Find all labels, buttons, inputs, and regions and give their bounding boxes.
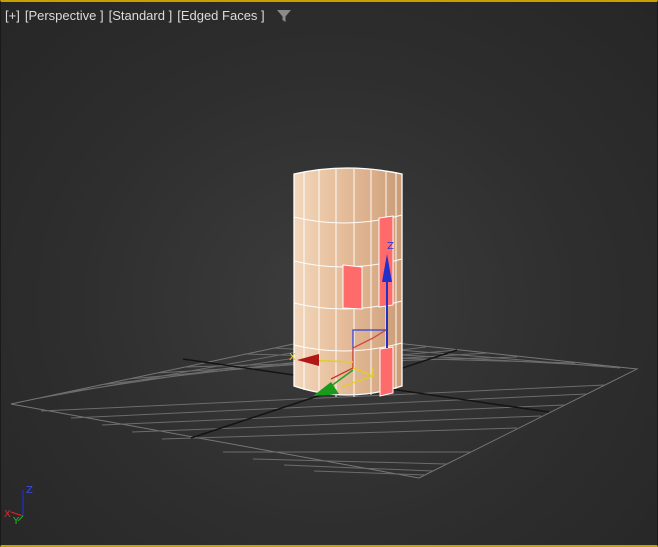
gizmo-x-label: X — [289, 352, 296, 363]
tripod-x-label: X — [4, 509, 11, 520]
viewport-scene[interactable]: Z X — [1, 2, 657, 545]
perspective-viewport[interactable]: [+] [Perspective ] [Standard ] [Edged Fa… — [0, 0, 658, 547]
view-axis-tripod: Z X Y — [4, 485, 33, 524]
gizmo-z-label: Z — [387, 241, 394, 252]
tripod-z-label: Z — [26, 485, 33, 496]
tripod-y-label: Y — [12, 516, 20, 524]
